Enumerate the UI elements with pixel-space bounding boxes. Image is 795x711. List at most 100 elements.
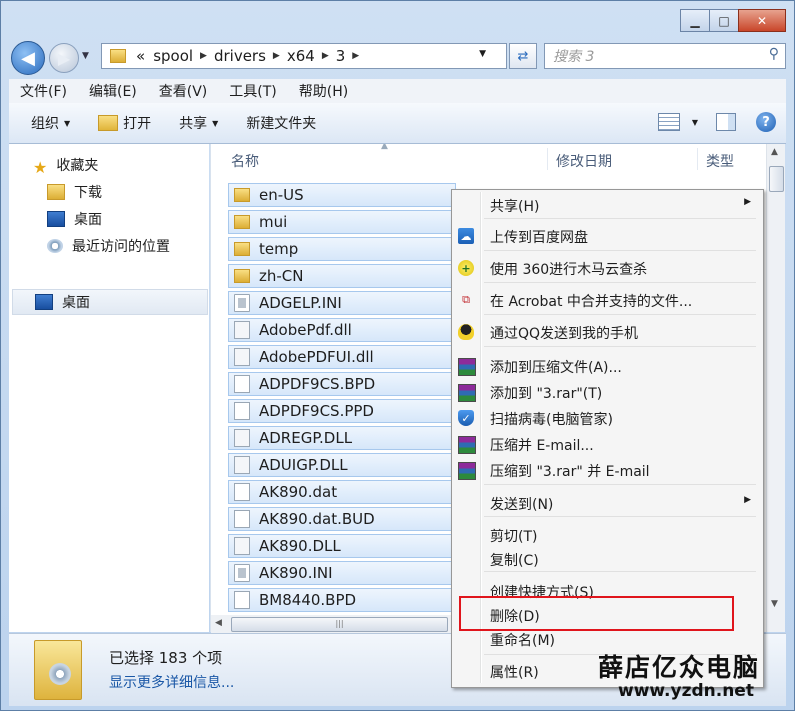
sidebar-item-desktop-label[interactable]: 桌面 bbox=[35, 292, 90, 312]
scroll-thumb[interactable] bbox=[769, 166, 784, 192]
address-bar[interactable]: « spool ▶ drivers ▶ x64 ▶ 3 ▶ ▼ bbox=[101, 43, 507, 69]
column-separator[interactable] bbox=[697, 148, 698, 170]
menu-help[interactable]: 帮助(H) bbox=[288, 81, 359, 101]
file-row[interactable]: BM8440.BPD bbox=[228, 588, 456, 612]
chevron-right-icon[interactable]: ▶ bbox=[322, 51, 329, 61]
delete-highlight-box bbox=[459, 596, 734, 631]
back-button[interactable]: ◀ bbox=[11, 41, 45, 75]
file-row[interactable]: mui bbox=[228, 210, 456, 234]
baidu-cloud-icon: ☁ bbox=[458, 228, 474, 244]
organize-label: 组织 bbox=[31, 116, 59, 132]
sidebar-item-desktop-favorite[interactable]: 桌面 bbox=[47, 209, 102, 229]
file-row[interactable]: AK890.dat bbox=[228, 480, 456, 504]
column-type[interactable]: 类型 bbox=[706, 151, 734, 171]
file-row[interactable]: ADREGP.DLL bbox=[228, 426, 456, 450]
context-menu-item[interactable]: 发送到(N) ▶ bbox=[454, 491, 759, 515]
sidebar-label: 桌面 bbox=[62, 295, 90, 311]
caption-buttons: ▁ □ ✕ bbox=[680, 9, 786, 32]
context-menu-item[interactable]: 剪切(T) bbox=[454, 523, 759, 547]
sidebar-item-recent-places[interactable]: 最近访问的位置 bbox=[47, 236, 170, 256]
preview-pane-icon[interactable] bbox=[716, 113, 736, 131]
selection-count: 已选择 183 个项 bbox=[109, 649, 223, 667]
context-menu-item[interactable]: 复制(C) bbox=[454, 547, 759, 571]
scroll-up-icon[interactable]: ▲ bbox=[771, 147, 778, 157]
scroll-down-icon[interactable]: ▼ bbox=[771, 599, 778, 609]
context-menu-item[interactable]: + 使用 360进行木马云查杀 bbox=[454, 256, 759, 280]
context-menu-item[interactable]: 压缩并 E-mail... bbox=[454, 432, 759, 456]
context-menu-label: 压缩并 E-mail... bbox=[490, 438, 594, 454]
new-folder-button[interactable]: 新建文件夹 bbox=[232, 113, 330, 133]
watermark-title: 薛店亿众电脑 bbox=[598, 653, 761, 682]
arrow-left-icon: ◀ bbox=[21, 47, 35, 69]
file-row[interactable]: ADPDF9CS.PPD bbox=[228, 399, 456, 423]
menu-separator bbox=[484, 314, 756, 315]
sidebar-item-downloads[interactable]: 下载 bbox=[47, 182, 102, 202]
open-button[interactable]: 打开 bbox=[84, 113, 165, 133]
organize-button[interactable]: 组织 ▼ bbox=[17, 113, 84, 133]
minimize-button[interactable]: ▁ bbox=[680, 9, 710, 32]
maximize-button[interactable]: □ bbox=[709, 9, 739, 32]
file-name: AdobePDFUI.dll bbox=[259, 348, 374, 366]
column-name[interactable]: 名称 bbox=[231, 151, 259, 171]
file-row[interactable]: ADPDF9CS.BPD bbox=[228, 372, 456, 396]
horizontal-scrollbar[interactable]: ◀ ||| bbox=[211, 615, 451, 633]
breadcrumb-overflow[interactable]: « bbox=[136, 47, 145, 65]
file-name: zh-CN bbox=[259, 267, 304, 285]
menu-file[interactable]: 文件(F) bbox=[9, 81, 78, 101]
context-menu-item[interactable]: 共享(H) ▶ bbox=[454, 193, 759, 217]
view-options-icon[interactable] bbox=[657, 113, 680, 131]
winrar-icon bbox=[458, 436, 476, 454]
search-icon[interactable]: ⚲ bbox=[769, 46, 779, 62]
show-more-details-link[interactable]: 显示更多详细信息... bbox=[109, 672, 234, 692]
view-dropdown-icon[interactable]: ▼ bbox=[692, 118, 698, 127]
file-row[interactable]: zh-CN bbox=[228, 264, 456, 288]
chevron-right-icon[interactable]: ▶ bbox=[273, 51, 280, 61]
scroll-thumb-horizontal[interactable]: ||| bbox=[231, 617, 448, 632]
file-row[interactable]: en-US bbox=[228, 183, 456, 207]
search-box[interactable]: 搜索 3 ⚲ bbox=[544, 43, 786, 69]
context-menu-label: 通过QQ发送到我的手机 bbox=[490, 326, 639, 342]
forward-button[interactable]: ▶ bbox=[49, 43, 79, 73]
column-headers: ▲ 名称 修改日期 类型 bbox=[211, 144, 766, 174]
file-row[interactable]: AdobePdf.dll bbox=[228, 318, 456, 342]
history-dropdown-icon[interactable]: ▼ bbox=[82, 51, 89, 61]
breadcrumb-x64[interactable]: x64 bbox=[287, 47, 315, 65]
context-menu-item[interactable]: 压缩到 "3.rar" 并 E-mail bbox=[454, 458, 759, 482]
menu-view[interactable]: 查看(V) bbox=[148, 81, 219, 101]
file-row[interactable]: ADGELP.INI bbox=[228, 291, 456, 315]
vertical-scrollbar[interactable]: ▲ ▼ bbox=[766, 144, 785, 632]
column-separator[interactable] bbox=[547, 148, 548, 170]
context-menu-item[interactable]: 通过QQ发送到我的手机 bbox=[454, 320, 759, 344]
file-row[interactable]: ADUIGP.DLL bbox=[228, 453, 456, 477]
file-row[interactable]: AK890.DLL bbox=[228, 534, 456, 558]
share-button[interactable]: 共享 ▼ bbox=[165, 113, 232, 133]
breadcrumb-drivers[interactable]: drivers bbox=[214, 47, 266, 65]
context-menu-item[interactable]: ☁ 上传到百度网盘 bbox=[454, 224, 759, 248]
column-date[interactable]: 修改日期 bbox=[556, 151, 612, 171]
chevron-right-icon[interactable]: ▶ bbox=[200, 51, 207, 61]
file-icon bbox=[234, 483, 250, 501]
close-button[interactable]: ✕ bbox=[738, 9, 786, 32]
context-menu-item[interactable]: ⧉ 在 Acrobat 中合并支持的文件... bbox=[454, 288, 759, 312]
arrow-right-icon: ▶ bbox=[57, 48, 71, 68]
file-row[interactable]: temp bbox=[228, 237, 456, 261]
context-menu-item[interactable]: 添加到 "3.rar"(T) bbox=[454, 380, 759, 404]
menu-tools[interactable]: 工具(T) bbox=[218, 81, 287, 101]
address-dropdown-icon[interactable]: ▼ bbox=[479, 49, 486, 59]
menu-edit[interactable]: 编辑(E) bbox=[78, 81, 148, 101]
context-menu-label: 重命名(M) bbox=[490, 633, 556, 649]
breadcrumb-3[interactable]: 3 bbox=[336, 47, 346, 65]
breadcrumb-spool[interactable]: spool bbox=[153, 47, 193, 65]
downloads-folder-icon bbox=[47, 184, 65, 200]
file-row[interactable]: AdobePDFUI.dll bbox=[228, 345, 456, 369]
help-icon[interactable]: ? bbox=[756, 112, 776, 132]
file-row[interactable]: AK890.INI bbox=[228, 561, 456, 585]
sidebar-item-favorites[interactable]: ★ 收藏夹 bbox=[33, 155, 98, 177]
file-name: AK890.dat.BUD bbox=[259, 510, 375, 528]
context-menu-item[interactable]: ✓ 扫描病毒(电脑管家) bbox=[454, 406, 759, 430]
scroll-left-icon[interactable]: ◀ bbox=[215, 618, 222, 628]
refresh-button[interactable]: ⇄ bbox=[509, 43, 537, 69]
chevron-right-icon[interactable]: ▶ bbox=[352, 51, 359, 61]
context-menu-item[interactable]: 添加到压缩文件(A)... bbox=[454, 354, 759, 378]
file-row[interactable]: AK890.dat.BUD bbox=[228, 507, 456, 531]
